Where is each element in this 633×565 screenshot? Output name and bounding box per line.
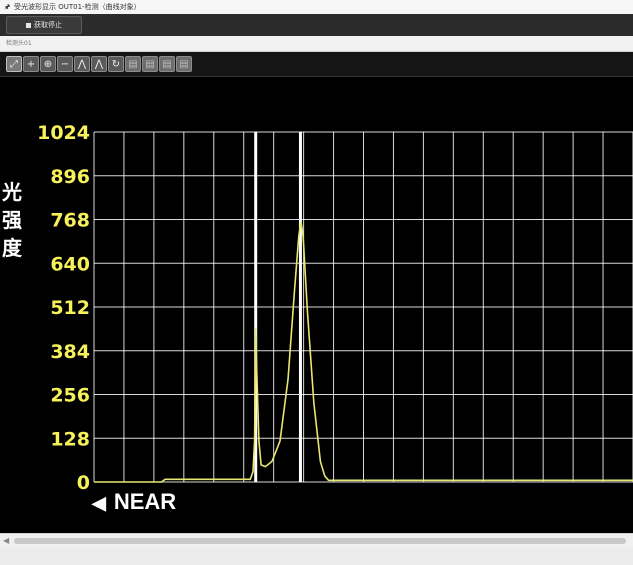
sensor-header-label: 检测头01 <box>6 40 32 47</box>
pin-icon[interactable]: 🖈 <box>4 0 10 14</box>
zoom-fit-icon[interactable]: ⤢ <box>6 56 22 72</box>
y-tick-label: 0 <box>77 472 90 494</box>
zoom-in-x-icon[interactable]: ⊕ <box>40 56 56 72</box>
y-tick-label: 1024 <box>37 122 90 144</box>
y-axis-label-char-1: 强 <box>2 208 22 232</box>
y-tick-label: 896 <box>50 166 90 188</box>
y-tick-label: 640 <box>50 253 90 275</box>
export-icon-3[interactable]: ▤ <box>159 56 175 72</box>
export-icon-4[interactable]: ▤ <box>176 56 192 72</box>
export-icon-1[interactable]: ▤ <box>125 56 141 72</box>
sensor-header: 检测头01 <box>0 36 633 52</box>
window-titlebar: 🖈 受光波形显示 OUT01-检测（曲线对象） <box>0 0 633 15</box>
export-icon-2[interactable]: ▤ <box>142 56 158 72</box>
near-direction-label: ◀ NEAR <box>92 489 176 515</box>
chart-toolbar: ⤢ + ⊕ − ⋀ ⋀ ↻ ▤ ▤ ▤ ▤ <box>0 52 633 77</box>
scrollbar-thumb[interactable] <box>14 538 626 544</box>
y-axis-label-char-2: 度 <box>2 236 22 260</box>
scroll-left-arrow-icon[interactable]: ◀ <box>3 536 9 545</box>
y-tick-label: 384 <box>50 341 90 363</box>
window-title: 受光波形显示 OUT01-检测（曲线对象） <box>14 3 141 11</box>
y-axis-label: 光强度 <box>2 178 24 262</box>
y-tick-label: 512 <box>50 297 90 319</box>
y-tick-label: 768 <box>50 210 90 232</box>
window-footer <box>0 548 633 565</box>
waveform-chart: 1024 896 768 640 512 384 256 128 0 <box>37 122 633 494</box>
horizontal-scrollbar[interactable]: ◀ <box>0 533 633 548</box>
y-tick-label: 256 <box>50 385 90 407</box>
peak-select-icon[interactable]: ⋀ <box>91 56 107 72</box>
stop-square-icon <box>26 22 31 28</box>
stop-acquisition-button[interactable]: 获取停止 <box>6 16 82 34</box>
y-tick-label: 128 <box>50 428 90 450</box>
zoom-out-icon[interactable]: − <box>57 56 73 72</box>
main-toolbar: 获取停止 <box>0 14 633 36</box>
y-axis-label-char-0: 光 <box>2 180 22 204</box>
stop-acquisition-label: 获取停止 <box>34 21 62 29</box>
left-triangle-icon: ◀ <box>92 493 106 513</box>
zoom-in-icon[interactable]: + <box>23 56 39 72</box>
peak-marker-icon[interactable]: ⋀ <box>74 56 90 72</box>
refresh-icon[interactable]: ↻ <box>108 56 124 72</box>
near-label-text: NEAR <box>113 489 177 514</box>
waveform-plot: 1024 896 768 640 512 384 256 128 0 <box>0 77 633 533</box>
